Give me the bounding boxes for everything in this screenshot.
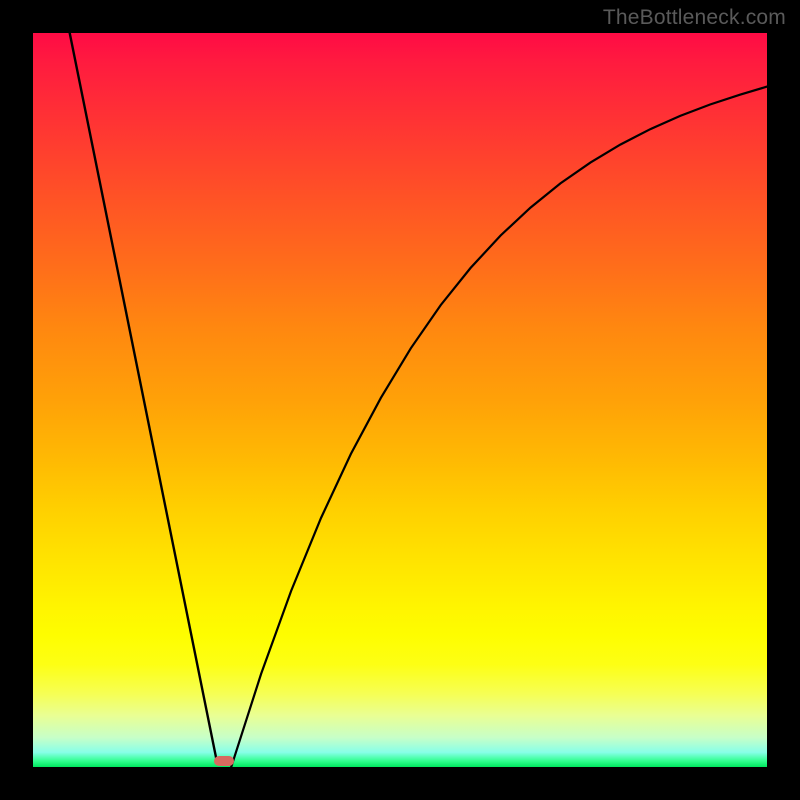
bottleneck-curve: [33, 33, 767, 767]
optimum-marker: [214, 756, 234, 766]
curve-left-branch: [70, 33, 217, 760]
curve-right-branch: [231, 87, 767, 767]
plot-area: [33, 33, 767, 767]
watermark-text: TheBottleneck.com: [603, 6, 786, 30]
chart-frame: TheBottleneck.com: [0, 0, 800, 800]
